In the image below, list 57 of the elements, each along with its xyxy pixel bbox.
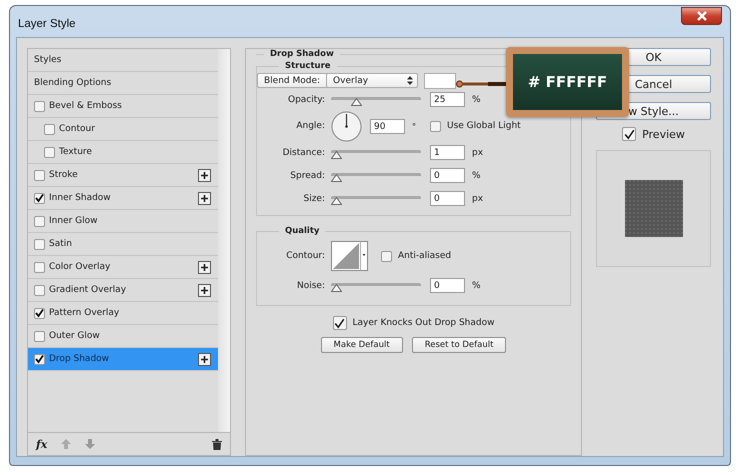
- value-field[interactable]: 1: [430, 145, 465, 160]
- blend-mode-select[interactable]: Overlay: [326, 73, 418, 88]
- style-item[interactable]: Inner Glow: [28, 210, 218, 233]
- field-label: Angle:: [295, 121, 325, 131]
- style-label: Stroke: [49, 170, 79, 180]
- unit-label: px: [472, 194, 484, 204]
- value-field[interactable]: 90: [370, 118, 405, 134]
- checkbox-label: Layer Knocks Out Drop Shadow: [352, 318, 494, 328]
- style-label: Outer Glow: [49, 331, 101, 341]
- default-button[interactable]: Make Default: [320, 337, 403, 353]
- unit-label: %: [472, 280, 481, 290]
- default-button[interactable]: Reset to Default: [412, 337, 506, 353]
- style-label: Satin: [49, 239, 73, 249]
- style-item[interactable]: Satin: [28, 233, 218, 256]
- field-label: Size:: [302, 194, 325, 204]
- group-title: Structure: [284, 61, 332, 71]
- window-title: Layer Style: [18, 18, 76, 30]
- style-item[interactable]: Bevel & Emboss: [28, 95, 218, 118]
- style-item[interactable]: Pattern Overlay: [28, 302, 218, 325]
- field-label: Noise:: [296, 280, 325, 290]
- checkbox-label: Use Global Light: [447, 121, 521, 131]
- style-label: Texture: [59, 147, 93, 157]
- value-field[interactable]: 25: [430, 92, 465, 107]
- unit-label: %: [472, 170, 481, 180]
- style-label: Gradient Overlay: [49, 285, 128, 295]
- checkbox-label: Anti-aliased: [398, 251, 452, 261]
- value-field[interactable]: 0: [430, 278, 465, 293]
- style-item[interactable]: Inner Shadow: [28, 187, 218, 210]
- style-label: Color Overlay: [49, 262, 112, 272]
- field-label: Distance:: [282, 148, 325, 158]
- value-field[interactable]: 0: [430, 168, 465, 183]
- style-label: Styles: [34, 55, 62, 65]
- unit-label: %: [472, 94, 481, 104]
- style-item[interactable]: Texture: [28, 141, 218, 164]
- unit-label: px: [472, 148, 484, 158]
- group-title: Quality: [284, 226, 320, 236]
- value-field[interactable]: 0: [430, 191, 465, 206]
- checkbox-label: Preview: [642, 128, 685, 140]
- style-label: Blending Options: [34, 78, 112, 88]
- style-label: Drop Shadow: [49, 354, 110, 364]
- style-item[interactable]: Color Overlay: [28, 256, 218, 279]
- style-label: Inner Glow: [49, 216, 99, 226]
- unit-label: °: [412, 122, 416, 130]
- style-item[interactable]: Drop Shadow: [28, 348, 218, 371]
- field-label: Contour:: [285, 251, 325, 261]
- section-title: Drop Shadow: [269, 49, 335, 59]
- effects-button[interactable]: fx: [36, 438, 48, 450]
- field-label: Blend Mode:: [264, 76, 320, 86]
- style-label: Contour: [59, 124, 96, 134]
- style-item[interactable]: Gradient Overlay: [28, 279, 218, 302]
- style-label: Pattern Overlay: [49, 308, 120, 318]
- style-label: Bevel & Emboss: [49, 101, 123, 111]
- field-label: Spread:: [289, 170, 325, 180]
- field-label: Opacity:: [287, 94, 325, 104]
- style-item[interactable]: Stroke: [28, 164, 218, 187]
- style-item[interactable]: Contour: [28, 118, 218, 141]
- style-label: Inner Shadow: [49, 193, 112, 203]
